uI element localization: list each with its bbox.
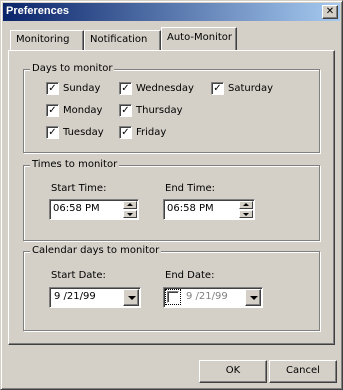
end-time-spinner[interactable]: 06:58 PM xyxy=(163,199,255,220)
arrow-up-icon xyxy=(127,203,133,206)
chevron-down-icon xyxy=(128,296,136,300)
tab-label: Monitoring xyxy=(16,34,70,45)
arrow-up-icon xyxy=(243,203,249,206)
days-to-monitor-group: Days to monitor ✓ Sunday ✓ Monday ✓ Tuesday… xyxy=(23,63,320,153)
start-date-value: 9 /21/99 xyxy=(54,291,96,302)
preferences-dialog: Preferences ✕ Monitoring Notification Au… xyxy=(0,0,343,390)
dropdown-button[interactable] xyxy=(123,289,139,306)
day-label: Thursday xyxy=(136,105,183,116)
start-time-spinner[interactable]: 06:58 PM xyxy=(49,199,139,220)
close-icon: ✕ xyxy=(325,6,335,17)
ok-button[interactable]: OK xyxy=(199,360,267,383)
cancel-button[interactable]: Cancel xyxy=(269,360,337,383)
calendar-days-group: Calendar days to monitor Start Date: 9 /… xyxy=(23,245,320,331)
start-time-label: Start Time: xyxy=(51,183,107,194)
spin-buttons xyxy=(239,201,253,218)
title-bar[interactable]: Preferences ✕ xyxy=(3,3,340,21)
close-button[interactable]: ✕ xyxy=(322,5,338,19)
start-time-value: 06:58 PM xyxy=(53,203,100,214)
arrow-down-icon xyxy=(127,213,133,216)
day-checkbox-saturday[interactable]: ✓ Saturday xyxy=(211,82,273,95)
day-label: Saturday xyxy=(228,83,274,94)
group-label: Times to monitor xyxy=(30,159,120,170)
spin-buttons xyxy=(123,201,137,218)
start-date-picker[interactable]: 9 /21/99 xyxy=(49,287,141,308)
window-title: Preferences xyxy=(6,5,69,17)
check-icon: ✓ xyxy=(119,82,132,95)
check-icon: ✓ xyxy=(46,104,59,117)
spin-up-button[interactable] xyxy=(239,201,253,209)
end-time-value: 06:58 PM xyxy=(167,203,214,214)
arrow-down-icon xyxy=(243,213,249,216)
group-label: Calendar days to monitor xyxy=(30,245,162,256)
check-icon: ✓ xyxy=(211,82,224,95)
spin-down-button[interactable] xyxy=(239,210,253,218)
check-icon: ✓ xyxy=(46,126,59,139)
tab-label: Auto-Monitor xyxy=(167,32,233,43)
end-date-enable-checkbox[interactable] xyxy=(165,289,181,305)
day-label: Monday xyxy=(63,105,103,116)
tab-auto-monitor[interactable]: Auto-Monitor xyxy=(161,27,237,50)
start-date-label: Start Date: xyxy=(51,270,106,281)
day-label: Friday xyxy=(136,127,167,138)
spin-down-button[interactable] xyxy=(123,210,137,218)
check-icon: ✓ xyxy=(119,104,132,117)
spin-up-button[interactable] xyxy=(123,201,137,209)
group-label: Days to monitor xyxy=(30,63,115,74)
tab-monitoring[interactable]: Monitoring xyxy=(10,30,84,50)
day-checkbox-monday[interactable]: ✓ Monday xyxy=(46,104,102,117)
end-date-label: End Date: xyxy=(165,270,215,281)
day-checkbox-friday[interactable]: ✓ Friday xyxy=(119,126,166,139)
times-to-monitor-group: Times to monitor Start Time: 06:58 PM En… xyxy=(23,159,320,241)
day-label: Wednesday xyxy=(136,83,194,94)
end-time-label: End Time: xyxy=(165,183,216,194)
day-checkbox-sunday[interactable]: ✓ Sunday xyxy=(46,82,100,95)
end-date-value: 9 /21/99 xyxy=(186,291,228,302)
end-date-picker[interactable]: 9 /21/99 xyxy=(163,287,263,308)
check-icon: ✓ xyxy=(119,126,132,139)
day-checkbox-tuesday[interactable]: ✓ Tuesday xyxy=(46,126,104,139)
tab-notification[interactable]: Notification xyxy=(84,30,161,50)
day-label: Tuesday xyxy=(63,127,104,138)
chevron-down-icon xyxy=(250,296,258,300)
day-label: Sunday xyxy=(63,83,101,94)
day-checkbox-thursday[interactable]: ✓ Thursday xyxy=(119,104,183,117)
check-icon: ✓ xyxy=(46,82,59,95)
auto-monitor-panel: Days to monitor ✓ Sunday ✓ Monday ✓ Tuesday… xyxy=(8,50,335,345)
tab-label: Notification xyxy=(90,34,148,45)
dropdown-button[interactable] xyxy=(245,289,261,306)
day-checkbox-wednesday[interactable]: ✓ Wednesday xyxy=(119,82,194,95)
